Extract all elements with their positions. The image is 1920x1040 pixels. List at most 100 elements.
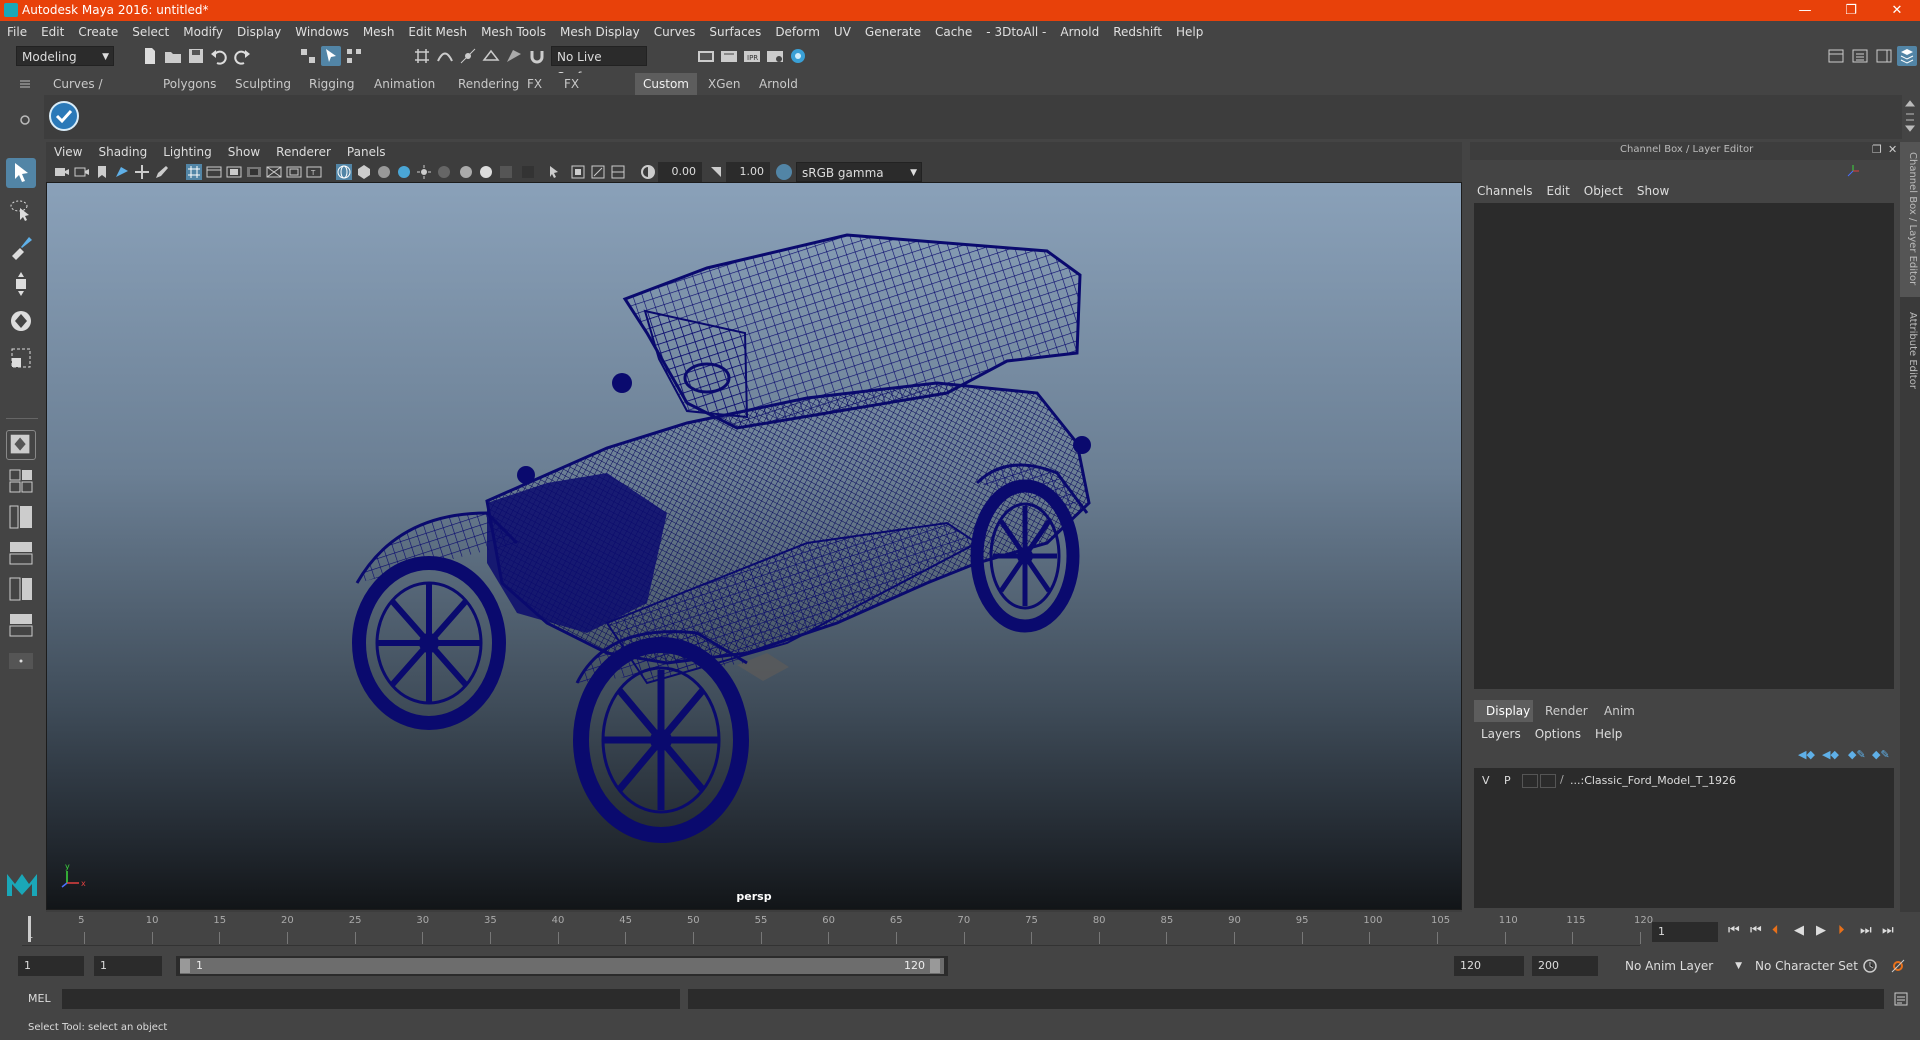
select-camera-icon[interactable] bbox=[54, 164, 70, 180]
current-frame-field[interactable]: 1 bbox=[1652, 922, 1718, 942]
shelf-tab-rendering[interactable]: Rendering bbox=[450, 73, 528, 95]
viewport-menu-shading[interactable]: Shading bbox=[90, 142, 155, 162]
redo-icon[interactable] bbox=[232, 46, 252, 66]
view-transform-dropdown[interactable]: sRGB gamma ▼ bbox=[796, 162, 922, 182]
exposure-field[interactable]: 0.00 bbox=[658, 162, 702, 182]
menu-3dtoall[interactable]: - 3DtoAll - bbox=[979, 21, 1053, 43]
paint-select-tool-icon[interactable] bbox=[6, 232, 36, 262]
gate-mask-icon[interactable] bbox=[246, 164, 262, 180]
channel-object-menu[interactable]: Object bbox=[1577, 184, 1630, 198]
custom-shelf-check-icon[interactable] bbox=[48, 100, 80, 132]
safe-action-icon[interactable] bbox=[286, 164, 302, 180]
shelf-tab-fx[interactable]: FX bbox=[519, 73, 551, 95]
safe-title-icon[interactable]: T bbox=[306, 164, 322, 180]
layer-tab-render[interactable]: Render bbox=[1533, 700, 1600, 722]
play-backwards-icon[interactable]: ◀ bbox=[1794, 923, 1804, 938]
viewport-menu-show[interactable]: Show bbox=[220, 142, 268, 162]
select-by-hierarchy-icon[interactable] bbox=[298, 46, 318, 66]
hypershade-layout-icon[interactable] bbox=[6, 574, 36, 604]
step-back-frame-icon[interactable]: ⏴ bbox=[1772, 923, 1779, 938]
scale-tool-icon[interactable] bbox=[6, 343, 36, 373]
isolate-select-icon[interactable] bbox=[546, 164, 562, 180]
menu-mesh-display[interactable]: Mesh Display bbox=[553, 21, 647, 43]
hypershade-icon[interactable] bbox=[788, 46, 808, 66]
go-to-end-icon[interactable]: ⏭ bbox=[1882, 923, 1894, 938]
layer-options-menu[interactable]: Options bbox=[1528, 727, 1588, 741]
snap-to-curve-icon[interactable] bbox=[435, 46, 455, 66]
viewport-menu-lighting[interactable]: Lighting bbox=[155, 142, 220, 162]
toggle-attribute-editor-icon[interactable] bbox=[1850, 46, 1870, 66]
menu-generate[interactable]: Generate bbox=[858, 21, 928, 43]
new-scene-icon[interactable] bbox=[140, 46, 160, 66]
auto-key-icon[interactable] bbox=[1862, 958, 1878, 974]
menu-edit[interactable]: Edit bbox=[34, 21, 71, 43]
shelf-tab-xgen[interactable]: XGen bbox=[700, 73, 749, 95]
script-editor-icon[interactable] bbox=[1894, 992, 1908, 1006]
anti-aliasing-icon[interactable] bbox=[498, 164, 514, 180]
car-wireframe-model[interactable]: y x bbox=[47, 183, 1462, 910]
select-by-component-icon[interactable] bbox=[344, 46, 364, 66]
playback-start-field[interactable]: 1 bbox=[94, 956, 162, 976]
render-view-icon[interactable] bbox=[696, 46, 716, 66]
shelf-menu-icon[interactable] bbox=[18, 78, 32, 90]
move-layer-up-icon[interactable]: ◀◆ bbox=[1798, 748, 1815, 761]
layers-menu[interactable]: Layers bbox=[1474, 727, 1528, 741]
persp-outliner-layout-icon[interactable] bbox=[6, 502, 36, 532]
channel-show-menu[interactable]: Show bbox=[1630, 184, 1676, 198]
two-d-pan-zoom-icon[interactable] bbox=[134, 164, 150, 180]
layer-visibility-toggle[interactable]: V bbox=[1482, 774, 1490, 787]
new-layer-selected-icon[interactable]: ◆✎ bbox=[1872, 748, 1890, 761]
four-view-layout-icon[interactable] bbox=[6, 466, 36, 496]
animation-start-field[interactable]: 1 bbox=[18, 956, 84, 976]
character-set-dropdown[interactable]: No Character Set bbox=[1750, 956, 1866, 976]
xray-joints-icon[interactable] bbox=[590, 164, 606, 180]
screen-space-ao-icon[interactable] bbox=[458, 164, 474, 180]
xray-components-icon[interactable] bbox=[610, 164, 626, 180]
step-back-key-icon[interactable]: ⏮ bbox=[1750, 923, 1762, 938]
shadows-icon[interactable] bbox=[436, 164, 452, 180]
field-chart-icon[interactable] bbox=[266, 164, 282, 180]
menu-surfaces[interactable]: Surfaces bbox=[702, 21, 768, 43]
rotate-tool-icon[interactable] bbox=[6, 306, 36, 336]
lasso-tool-icon[interactable] bbox=[6, 195, 36, 225]
make-live-icon[interactable] bbox=[504, 46, 524, 66]
script-editor-layout-icon[interactable] bbox=[6, 610, 36, 640]
side-tab-attribute-editor[interactable]: Attribute Editor bbox=[1902, 312, 1918, 389]
toolbox-more-icon[interactable] bbox=[6, 650, 36, 672]
film-gate-icon[interactable] bbox=[206, 164, 222, 180]
animation-preferences-icon[interactable] bbox=[1890, 958, 1906, 974]
shelf-tab-rigging[interactable]: Rigging bbox=[301, 73, 363, 95]
snap-to-view-plane-icon[interactable] bbox=[481, 46, 501, 66]
menu-windows[interactable]: Windows bbox=[288, 21, 356, 43]
snap-to-point-icon[interactable] bbox=[458, 46, 478, 66]
use-all-lights-icon[interactable] bbox=[416, 164, 432, 180]
viewport-menu-view[interactable]: View bbox=[46, 142, 90, 162]
move-tool-icon[interactable] bbox=[6, 269, 36, 299]
menu-curves[interactable]: Curves bbox=[647, 21, 703, 43]
anim-layer-dropdown[interactable]: No Anim Layer ▼ bbox=[1620, 956, 1746, 976]
viewport-menu-renderer[interactable]: Renderer bbox=[268, 142, 339, 162]
maximize-button[interactable]: ❐ bbox=[1828, 0, 1874, 21]
undo-icon[interactable] bbox=[209, 46, 229, 66]
range-slider-end-handle[interactable] bbox=[930, 959, 940, 973]
move-layer-down-icon[interactable]: ◀◆ bbox=[1822, 748, 1839, 761]
image-plane-icon[interactable] bbox=[114, 164, 130, 180]
toggle-tool-settings-icon[interactable] bbox=[1874, 46, 1894, 66]
channel-edit-menu[interactable]: Edit bbox=[1540, 184, 1577, 198]
render-settings-icon[interactable] bbox=[765, 46, 785, 66]
menu-deform[interactable]: Deform bbox=[768, 21, 827, 43]
float-panel-icon[interactable]: ❐ bbox=[1872, 143, 1882, 156]
layer-help-menu[interactable]: Help bbox=[1588, 727, 1629, 741]
minimize-button[interactable]: — bbox=[1782, 0, 1828, 21]
menu-modify[interactable]: Modify bbox=[176, 21, 230, 43]
channel-box-manipulator-icon[interactable] bbox=[1846, 164, 1860, 178]
smooth-shade-icon[interactable] bbox=[356, 164, 372, 180]
menu-select[interactable]: Select bbox=[125, 21, 176, 43]
menu-uv[interactable]: UV bbox=[827, 21, 858, 43]
range-slider-track[interactable]: 1 120 bbox=[176, 956, 948, 976]
ipr-render-icon[interactable]: IPR bbox=[742, 46, 762, 66]
side-tab-channel-box[interactable]: Channel Box / Layer Editor bbox=[1902, 152, 1918, 285]
shelf-tab-polygons[interactable]: Polygons bbox=[155, 73, 225, 95]
depth-of-field-icon[interactable] bbox=[520, 164, 536, 180]
gamma-icon[interactable] bbox=[708, 164, 724, 180]
